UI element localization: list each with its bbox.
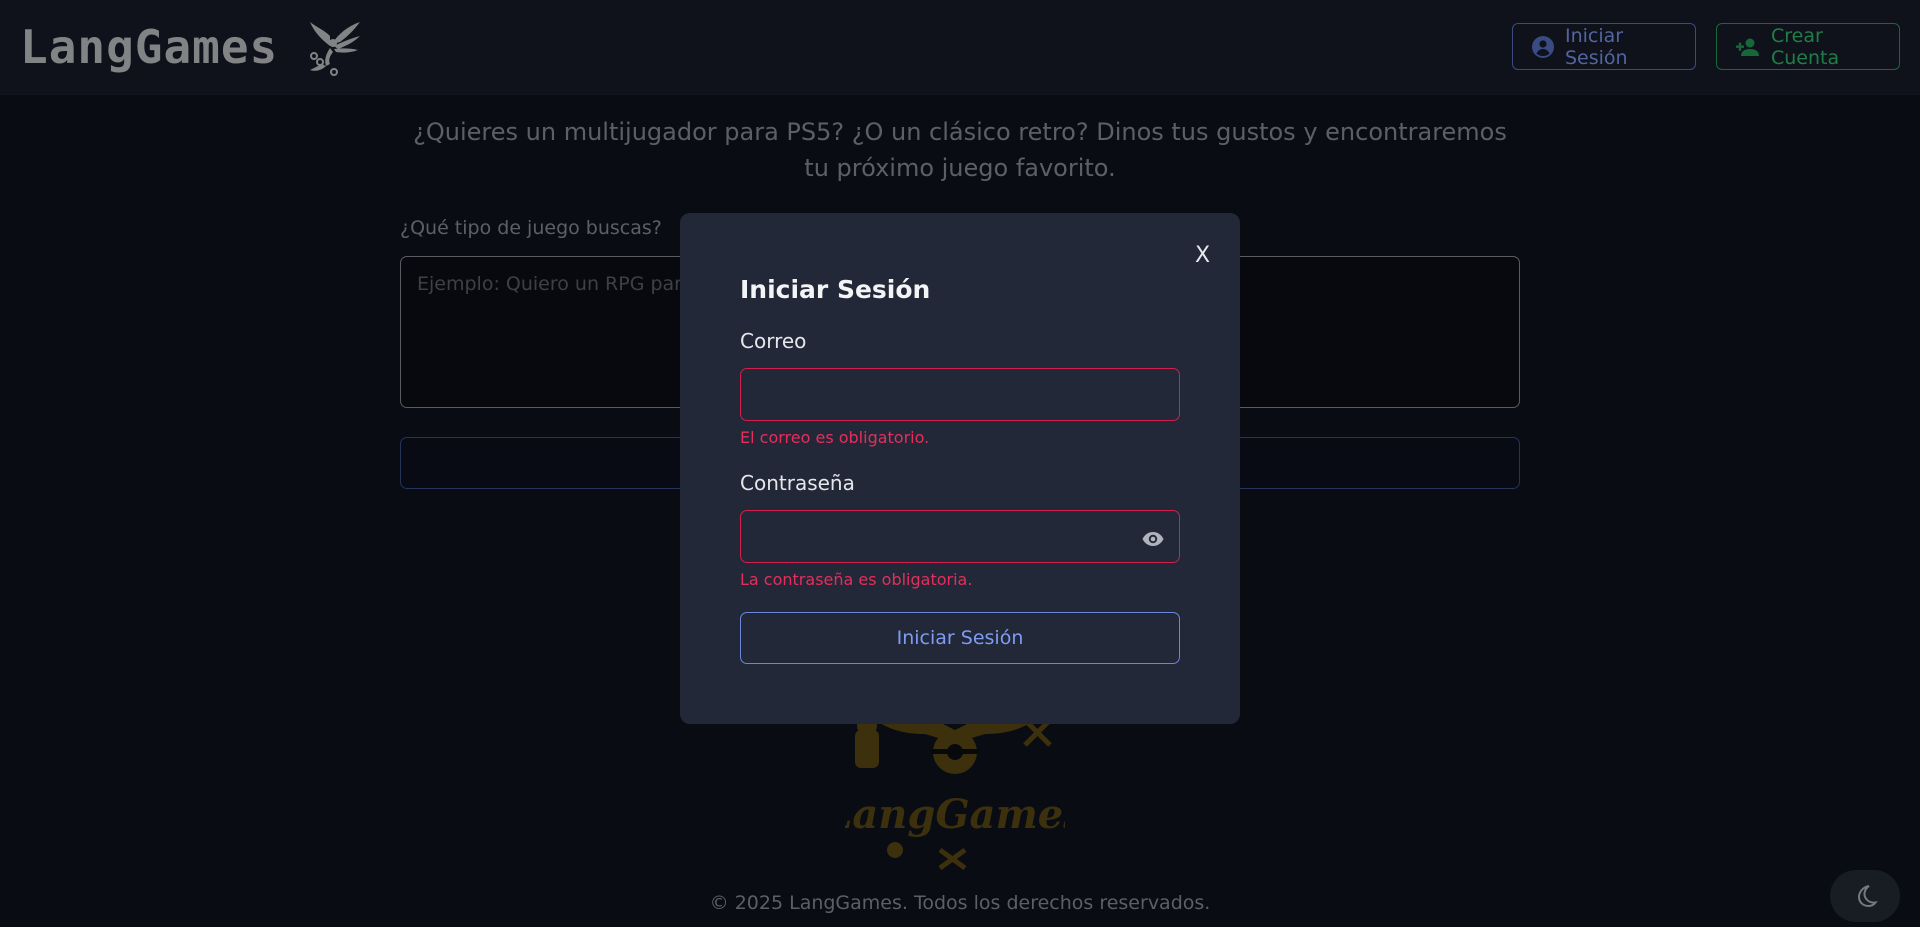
modal-title: Iniciar Sesión <box>740 275 931 304</box>
email-error-message: El correo es obligatorio. <box>740 428 930 447</box>
password-label: Contraseña <box>740 471 855 495</box>
submit-login-button[interactable]: Iniciar Sesión <box>740 612 1180 664</box>
password-field[interactable] <box>740 510 1180 563</box>
close-modal-button[interactable]: X <box>1195 243 1210 268</box>
password-error-message: La contraseña es obligatoria. <box>740 570 973 589</box>
email-label: Correo <box>740 329 807 353</box>
email-field[interactable] <box>740 368 1180 421</box>
eye-icon[interactable] <box>1141 527 1165 551</box>
login-modal: X Iniciar Sesión Correo El correo es obl… <box>680 213 1240 724</box>
